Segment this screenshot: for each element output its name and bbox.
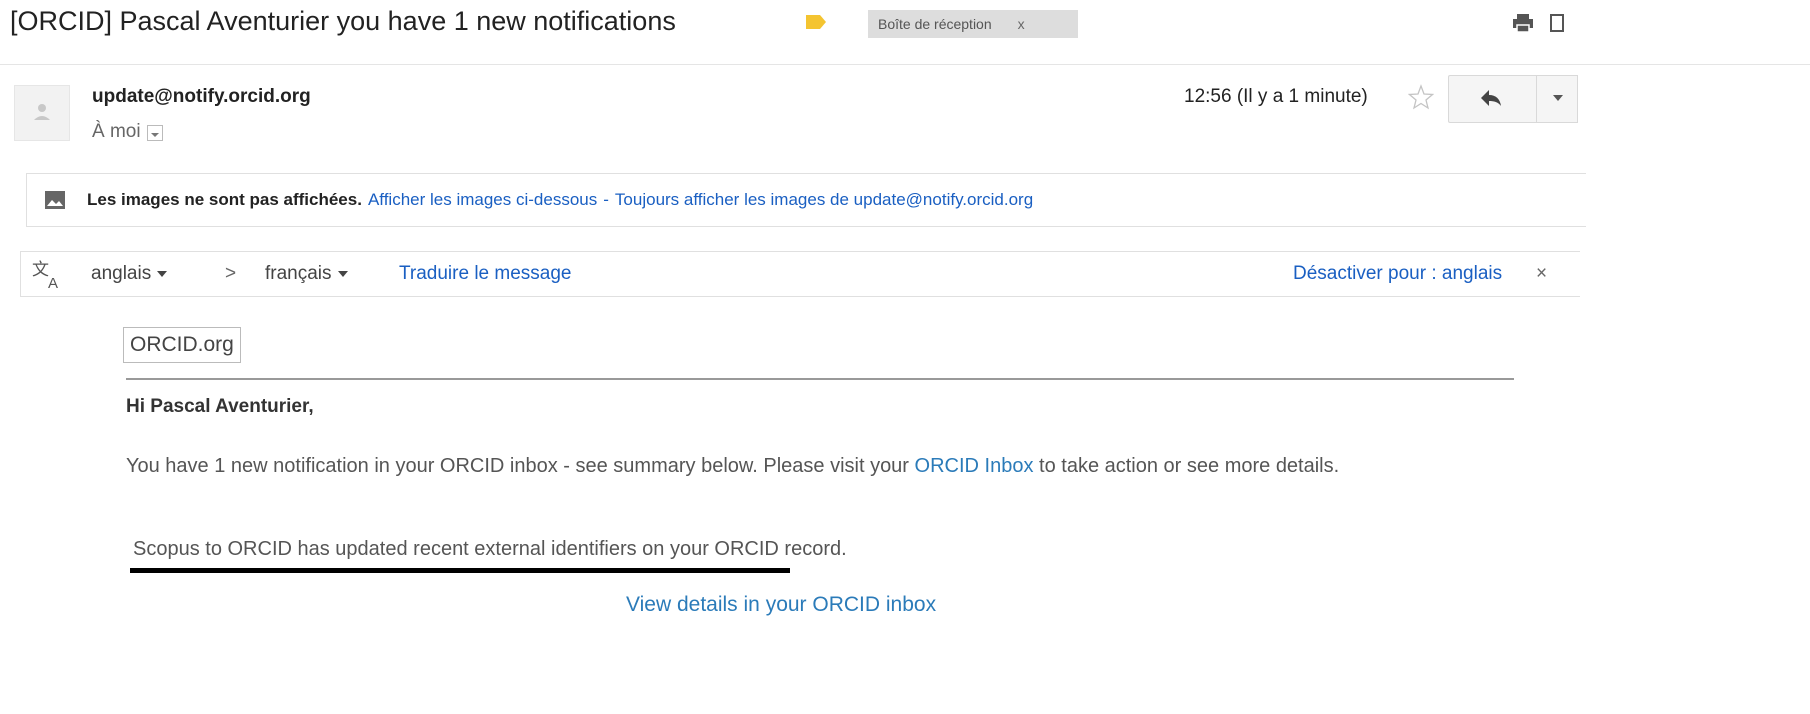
new-window-icon[interactable] [1550, 12, 1564, 34]
close-translation-button[interactable]: × [1536, 263, 1547, 285]
chevron-down-icon [1553, 95, 1563, 101]
header-divider [0, 64, 1810, 65]
svg-text:文: 文 [32, 260, 49, 280]
more-options-button[interactable] [1536, 75, 1578, 123]
always-show-images-link[interactable]: Toujours afficher les images de update@n… [615, 190, 1033, 210]
body-divider [126, 378, 1514, 380]
person-icon [34, 104, 50, 120]
svg-text:A: A [48, 275, 58, 290]
sender-address[interactable]: update@notify.orcid.org [92, 86, 311, 108]
target-language-label: français [265, 263, 332, 284]
reply-button[interactable] [1448, 75, 1537, 123]
target-language-select[interactable]: français [265, 263, 348, 285]
translation-bar: 文 A anglais > français Traduire le messa… [20, 251, 1580, 297]
disable-translation-link[interactable]: Désactiver pour : anglais [1293, 263, 1502, 285]
translate-arrow: > [225, 263, 237, 284]
show-images-below-link[interactable]: Afficher les images ci-dessous [368, 190, 597, 210]
intro-text-start: You have 1 new notification in your ORCI… [126, 455, 915, 477]
orcid-inbox-link[interactable]: ORCID Inbox [915, 455, 1034, 477]
email-timestamp: 12:56 (Il y a 1 minute) [1184, 86, 1368, 107]
source-language-label: anglais [91, 263, 152, 284]
label-tag-icon[interactable] [806, 15, 826, 29]
view-details-link[interactable]: View details in your ORCID inbox [626, 593, 936, 617]
chevron-down-icon [150, 133, 159, 137]
orcid-logo-placeholder: ORCID.org [123, 327, 241, 363]
print-icon[interactable] [1512, 12, 1534, 34]
inbox-label-text: Boîte de réception [878, 16, 992, 32]
recipient-label: À moi [92, 121, 141, 142]
recipient-details-dropdown[interactable] [146, 125, 163, 141]
avatar [14, 85, 70, 141]
notification-summary: Scopus to ORCID has updated recent exter… [133, 538, 847, 560]
image-icon [45, 191, 65, 209]
greeting: Hi Pascal Aventurier, [126, 396, 314, 417]
intro-text-end: to take action or see more details. [1033, 455, 1340, 477]
caret-down-icon [157, 271, 168, 277]
star-icon[interactable] [1408, 84, 1434, 110]
inbox-label-chip[interactable]: Boîte de réception x [868, 10, 1078, 38]
source-language-select[interactable]: anglais [91, 263, 168, 285]
caret-down-icon [337, 271, 348, 277]
images-hidden-banner: Les images ne sont pas affichées. Affich… [26, 173, 1586, 227]
intro-paragraph: You have 1 new notification in your ORCI… [126, 452, 1506, 481]
images-link-separator: - [603, 190, 609, 209]
translate-icon: 文 A [32, 260, 58, 290]
recipient-row: À moi [92, 121, 163, 143]
annotation-underline [130, 568, 790, 573]
translate-message-link[interactable]: Traduire le message [399, 263, 571, 285]
images-hidden-warning: Les images ne sont pas affichées. [87, 190, 362, 209]
reply-arrow-icon [1481, 90, 1501, 106]
remove-label-button[interactable]: x [1018, 16, 1025, 32]
email-subject: [ORCID] Pascal Aventurier you have 1 new… [10, 6, 676, 36]
